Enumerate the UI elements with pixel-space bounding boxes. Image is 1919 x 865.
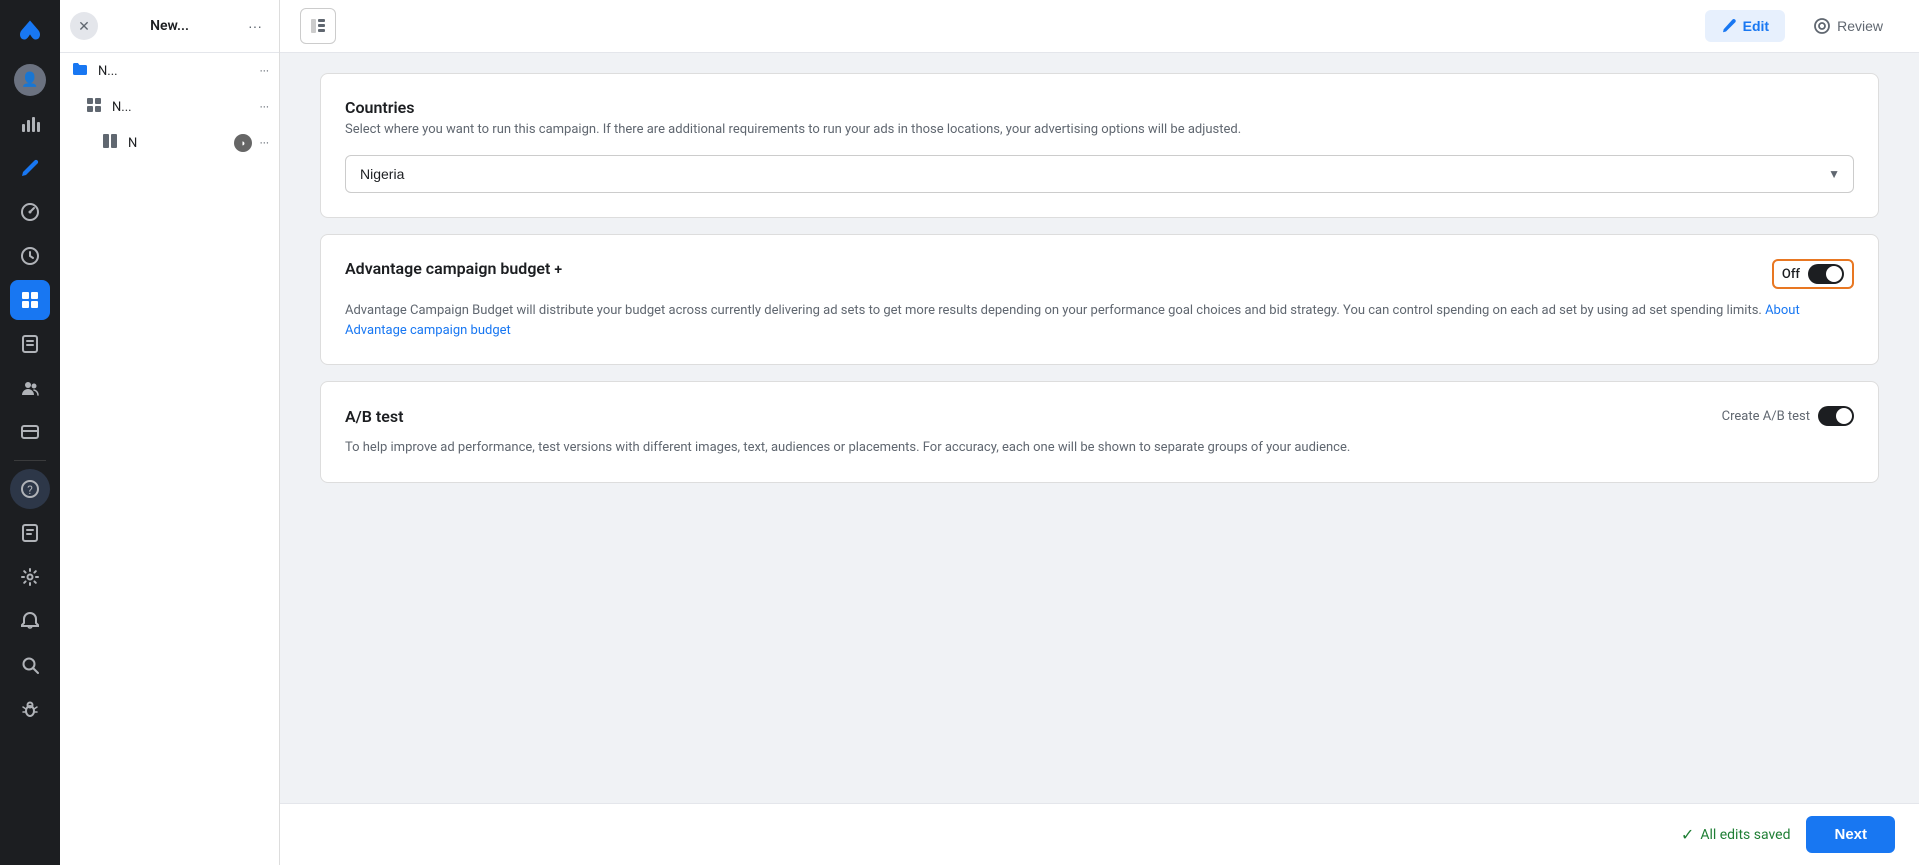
ad-item-label: N — [128, 136, 226, 151]
folder-icon — [70, 61, 90, 81]
sidebar-item-adset[interactable]: N... ··· — [60, 89, 279, 125]
help-icon[interactable]: ? — [10, 469, 50, 509]
grid-view-icon[interactable] — [10, 280, 50, 320]
ab-test-body: To help improve ad performance, test ver… — [345, 438, 1854, 458]
edit-campaigns-icon[interactable] — [10, 148, 50, 188]
advantage-budget-card: Advantage campaign budget+ Off Advantage… — [320, 234, 1879, 365]
pages-icon[interactable] — [10, 324, 50, 364]
activity-icon[interactable] — [10, 513, 50, 553]
campaign-item-label: N... — [98, 64, 252, 79]
ab-toggle-label: Create A/B test — [1722, 409, 1810, 424]
history-icon[interactable] — [10, 236, 50, 276]
advantage-budget-body: Advantage Campaign Budget will distribut… — [345, 301, 1854, 340]
sidebar-item-campaign[interactable]: N... ··· — [60, 53, 279, 89]
saved-status: ✓ All edits saved — [1681, 825, 1791, 844]
edit-button[interactable]: Edit — [1705, 10, 1785, 42]
countries-subtitle: Select where you want to run this campai… — [345, 121, 1854, 139]
advantage-toggle-wrapper: Off — [1772, 259, 1854, 289]
saved-status-label: All edits saved — [1700, 827, 1790, 843]
dashboard-icon[interactable] — [10, 192, 50, 232]
country-select-wrapper: Nigeria United States United Kingdom Can… — [345, 155, 1854, 193]
analytics-icon[interactable] — [10, 104, 50, 144]
bug-icon[interactable] — [10, 689, 50, 729]
ab-toggle-wrapper: Create A/B test — [1722, 406, 1854, 426]
settings-icon[interactable] — [10, 557, 50, 597]
ab-test-card: A/B test Create A/B test To help improve… — [320, 381, 1879, 483]
ab-test-header: A/B test Create A/B test — [345, 406, 1854, 426]
top-bar: Edit Review — [280, 0, 1919, 53]
checkmark-icon: ✓ — [1681, 825, 1694, 844]
review-button-label: Review — [1837, 18, 1883, 34]
advantage-toggle-label: Off — [1782, 267, 1800, 282]
meta-logo[interactable] — [10, 10, 50, 50]
content-scroll-area: Countries Select where you want to run t… — [280, 53, 1919, 803]
sidebar-toggle-button[interactable] — [300, 8, 336, 44]
advantage-plus-icon: + — [554, 262, 562, 278]
adset-item-label: N... — [112, 100, 252, 115]
next-button[interactable]: Next — [1806, 816, 1895, 853]
main-content: Edit Review Countries Select where you w… — [280, 0, 1919, 865]
campaign-more-icon[interactable]: ··· — [260, 64, 269, 78]
advantage-toggle-switch[interactable] — [1808, 264, 1844, 284]
adset-more-icon[interactable]: ··· — [260, 100, 269, 114]
adset-grid-icon — [84, 97, 104, 117]
user-avatar[interactable]: 👤 — [10, 60, 50, 100]
left-navigation: 👤 — [0, 0, 60, 865]
audiences-icon[interactable] — [10, 368, 50, 408]
ad-more-icon[interactable]: ··· — [260, 136, 269, 150]
sidebar-title: New... — [150, 18, 189, 34]
notifications-icon[interactable] — [10, 601, 50, 641]
ad-panel-icon — [100, 133, 120, 153]
advantage-budget-title: Advantage campaign budget+ — [345, 259, 562, 278]
review-button[interactable]: Review — [1797, 9, 1899, 43]
advantage-toggle-knob — [1826, 266, 1842, 282]
sidebar-header: ✕ New... ··· — [60, 0, 279, 53]
sidebar-item-ad[interactable]: N ◑ ··· — [60, 125, 279, 161]
ad-badge: ◑ — [234, 134, 252, 152]
footer-bar: ✓ All edits saved Next — [280, 803, 1919, 865]
edit-button-label: Edit — [1743, 18, 1769, 34]
sidebar-more-button[interactable]: ··· — [241, 12, 269, 40]
sidebar-close-button[interactable]: ✕ — [70, 12, 98, 40]
billing-icon[interactable] — [10, 412, 50, 452]
ab-test-title: A/B test — [345, 407, 403, 426]
nav-divider-1 — [14, 460, 46, 461]
svg-text:?: ? — [27, 483, 33, 497]
countries-title: Countries — [345, 98, 1854, 117]
search-icon[interactable] — [10, 645, 50, 685]
advantage-header: Advantage campaign budget+ Off — [345, 259, 1854, 289]
ab-toggle-switch[interactable] — [1818, 406, 1854, 426]
countries-card: Countries Select where you want to run t… — [320, 73, 1879, 218]
country-select[interactable]: Nigeria United States United Kingdom Can… — [345, 155, 1854, 193]
sidebar-panel: ✕ New... ··· N... ··· N... ··· — [60, 0, 280, 865]
ab-toggle-knob — [1836, 408, 1852, 424]
